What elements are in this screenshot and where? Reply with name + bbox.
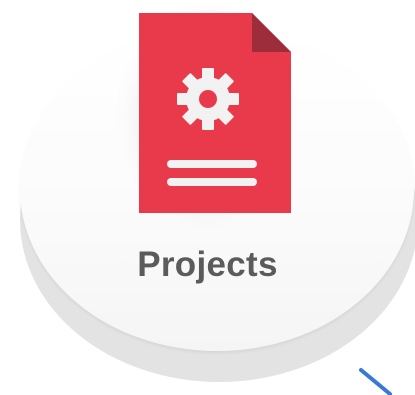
document-line-1 (167, 160, 257, 168)
document-line-2 (167, 178, 257, 186)
diagonal-line-icon (359, 368, 392, 395)
projects-label: Projects (137, 245, 278, 284)
document-gear-icon (139, 13, 291, 213)
projects-card-stage: Projects (0, 0, 415, 395)
